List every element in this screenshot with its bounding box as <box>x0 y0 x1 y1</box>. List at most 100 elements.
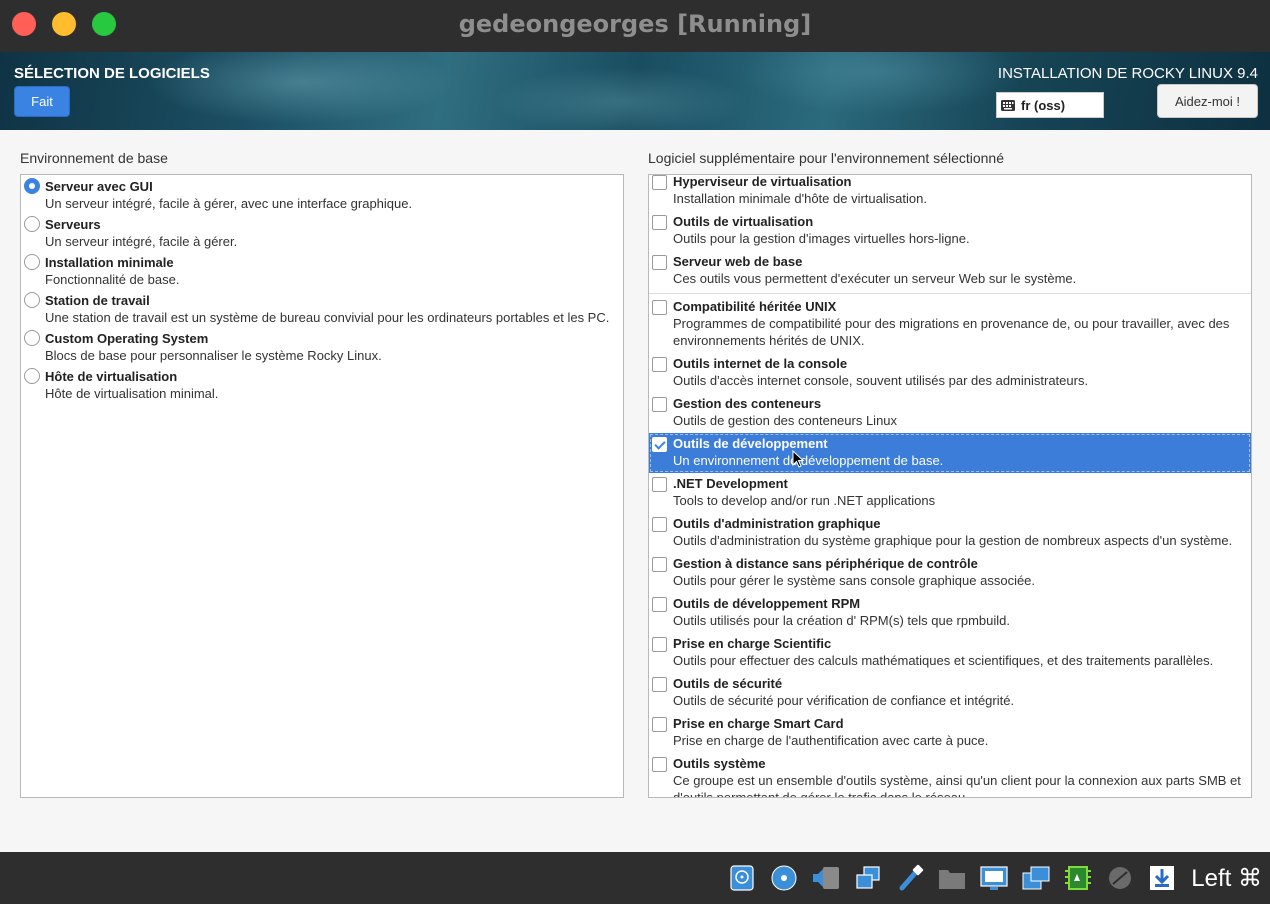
addon-option[interactable]: Outils système Ce groupe est un ensemble … <box>649 753 1251 797</box>
checkbox[interactable] <box>652 175 667 190</box>
base-env-description: Fonctionnalité de base. <box>45 272 180 287</box>
checkbox[interactable] <box>652 517 667 532</box>
addon-option[interactable]: Outils de virtualisation Outils pour la g… <box>649 211 1251 251</box>
addon-option[interactable]: Outils d'administration graphique Outils … <box>649 513 1251 553</box>
checkbox[interactable] <box>652 357 667 372</box>
addon-option[interactable]: Serveur web de base Ces outils vous perme… <box>649 251 1251 291</box>
addon-option[interactable]: Outils de développement Un environnement … <box>649 433 1251 473</box>
addon-name: Prise en charge Smart Card <box>673 716 844 731</box>
base-environment-list: Serveur avec GUI Un serveur intégré, faci… <box>20 174 624 798</box>
vm-statusbar: Left ⌘ <box>0 852 1270 904</box>
base-env-option[interactable]: Hôte de virtualisation Hôte de virtualisa… <box>21 365 623 403</box>
hard-disk-icon[interactable] <box>725 861 759 895</box>
addon-name: Compatibilité héritée UNIX <box>673 299 837 314</box>
addon-name: .NET Development <box>673 476 788 491</box>
shared-folder-icon[interactable] <box>935 861 969 895</box>
spoke-title: SÉLECTION DE LOGICIELS <box>14 65 210 82</box>
window-titlebar: gedeongeorges [Running] <box>0 0 1270 52</box>
addon-option[interactable]: Outils de sécurité Outils de sécurité pou… <box>649 673 1251 713</box>
help-button[interactable]: Aidez-moi ! <box>1157 84 1258 118</box>
base-environment-label: Environnement de base <box>20 150 168 166</box>
addon-option[interactable]: .NET Development Tools to develop and/or … <box>649 473 1251 513</box>
cpu-icon[interactable] <box>1061 861 1095 895</box>
addon-description: Outils pour gérer le système sans consol… <box>673 573 1036 588</box>
checkbox[interactable] <box>652 300 667 315</box>
addon-option[interactable]: Outils internet de la console Outils d'ac… <box>649 353 1251 393</box>
base-env-option[interactable]: Station de travail Une station de travail… <box>21 289 623 327</box>
host-key-label: Left ⌘ <box>1191 864 1262 892</box>
radio-button[interactable] <box>24 178 40 194</box>
network-icon[interactable] <box>851 861 885 895</box>
addon-description: Outils pour la gestion d'images virtuell… <box>673 231 970 246</box>
checkbox[interactable] <box>652 757 667 772</box>
keyboard-layout-indicator[interactable]: fr (oss) <box>996 92 1104 118</box>
addon-description: Ces outils vous permettent d'exécuter un… <box>673 271 1077 286</box>
checkbox[interactable] <box>652 637 667 652</box>
recording-icon[interactable] <box>1019 861 1053 895</box>
addon-option[interactable]: Prise en charge Smart Card Prise en charg… <box>649 713 1251 753</box>
addon-description: Outils d'accès internet console, souvent… <box>673 373 1089 388</box>
addon-name: Gestion à distance sans périphérique de … <box>673 556 978 571</box>
done-button[interactable]: Fait <box>14 86 70 117</box>
base-env-name: Serveur avec GUI <box>45 179 153 194</box>
mouse-integration-icon[interactable] <box>1103 861 1137 895</box>
product-title: INSTALLATION DE ROCKY LINUX 9.4 <box>997 65 1258 82</box>
addon-name: Outils système <box>673 756 766 771</box>
header-background <box>0 52 1270 130</box>
addon-description: Outils utilisés pour la création d' RPM(… <box>673 613 1011 628</box>
addon-option[interactable]: Gestion à distance sans périphérique de … <box>649 553 1251 593</box>
checkbox[interactable] <box>652 677 667 692</box>
addon-description: Outils pour effectuer des calculs mathém… <box>673 653 1214 668</box>
checkbox[interactable] <box>652 397 667 412</box>
radio-button[interactable] <box>24 368 40 384</box>
addon-option[interactable]: Outils de développement RPM Outils utilis… <box>649 593 1251 633</box>
checkbox[interactable] <box>652 557 667 572</box>
checkbox[interactable] <box>652 215 667 230</box>
radio-button[interactable] <box>24 254 40 270</box>
addon-description: Installation minimale d'hôte de virtuali… <box>673 191 927 206</box>
addon-option[interactable]: Compatibilité héritée UNIX Programmes de … <box>649 296 1251 353</box>
addon-description: Tools to develop and/or run .NET applica… <box>673 493 936 508</box>
base-env-option[interactable]: Custom Operating System Blocs de base pou… <box>21 327 623 365</box>
addon-description: Prise en charge de l'authentification av… <box>673 733 989 748</box>
checkbox[interactable] <box>652 597 667 612</box>
base-env-name: Custom Operating System <box>45 331 209 346</box>
base-env-description: Un serveur intégré, facile à gérer, avec… <box>45 196 413 211</box>
base-env-option[interactable]: Serveur avec GUI Un serveur intégré, faci… <box>21 175 623 213</box>
checkbox[interactable] <box>652 477 667 492</box>
usb-icon[interactable] <box>893 861 927 895</box>
addon-name: Outils de développement <box>673 436 828 451</box>
addon-name: Prise en charge Scientific <box>673 636 832 651</box>
keyboard-layout-label: fr (oss) <box>1021 97 1066 113</box>
base-env-name: Station de travail <box>45 293 150 308</box>
base-env-description: Hôte de virtualisation minimal. <box>45 386 219 401</box>
base-env-description: Une station de travail est un système de… <box>45 310 610 325</box>
addon-description: Programmes de compatibilité pour des mig… <box>673 316 1230 348</box>
base-env-name: Installation minimale <box>45 255 174 270</box>
base-env-option[interactable]: Installation minimale Fonctionnalité de b… <box>21 251 623 289</box>
audio-icon[interactable] <box>809 861 843 895</box>
keyboard-icon <box>1001 99 1015 111</box>
addons-list: Hyperviseur de virtualisation Installatio… <box>648 174 1252 798</box>
radio-button[interactable] <box>24 330 40 346</box>
base-env-description: Blocs de base pour personnaliser le syst… <box>45 348 382 363</box>
addon-name: Hyperviseur de virtualisation <box>673 174 852 189</box>
checkbox[interactable] <box>652 255 667 270</box>
optical-disk-icon[interactable] <box>767 861 801 895</box>
addon-option[interactable]: Gestion des conteneurs Outils de gestion … <box>649 393 1251 433</box>
base-env-option[interactable]: Serveurs Un serveur intégré, facile à gér… <box>21 213 623 251</box>
installer-header: SÉLECTION DE LOGICIELS Fait INSTALLATION… <box>0 52 1270 130</box>
download-icon[interactable] <box>1145 861 1179 895</box>
addon-option[interactable]: Hyperviseur de virtualisation Installatio… <box>649 174 1251 211</box>
addon-description: Outils de sécurité pour vérification de … <box>673 693 1015 708</box>
addon-name: Outils internet de la console <box>673 356 848 371</box>
checkbox[interactable] <box>652 717 667 732</box>
display-icon[interactable] <box>977 861 1011 895</box>
radio-button[interactable] <box>24 216 40 232</box>
addon-name: Outils de sécurité <box>673 676 783 691</box>
window-title: gedeongeorges [Running] <box>458 10 812 38</box>
checkbox[interactable] <box>652 437 667 452</box>
addon-option[interactable]: Prise en charge Scientific Outils pour ef… <box>649 633 1251 673</box>
addon-name: Serveur web de base <box>673 254 803 269</box>
radio-button[interactable] <box>24 292 40 308</box>
